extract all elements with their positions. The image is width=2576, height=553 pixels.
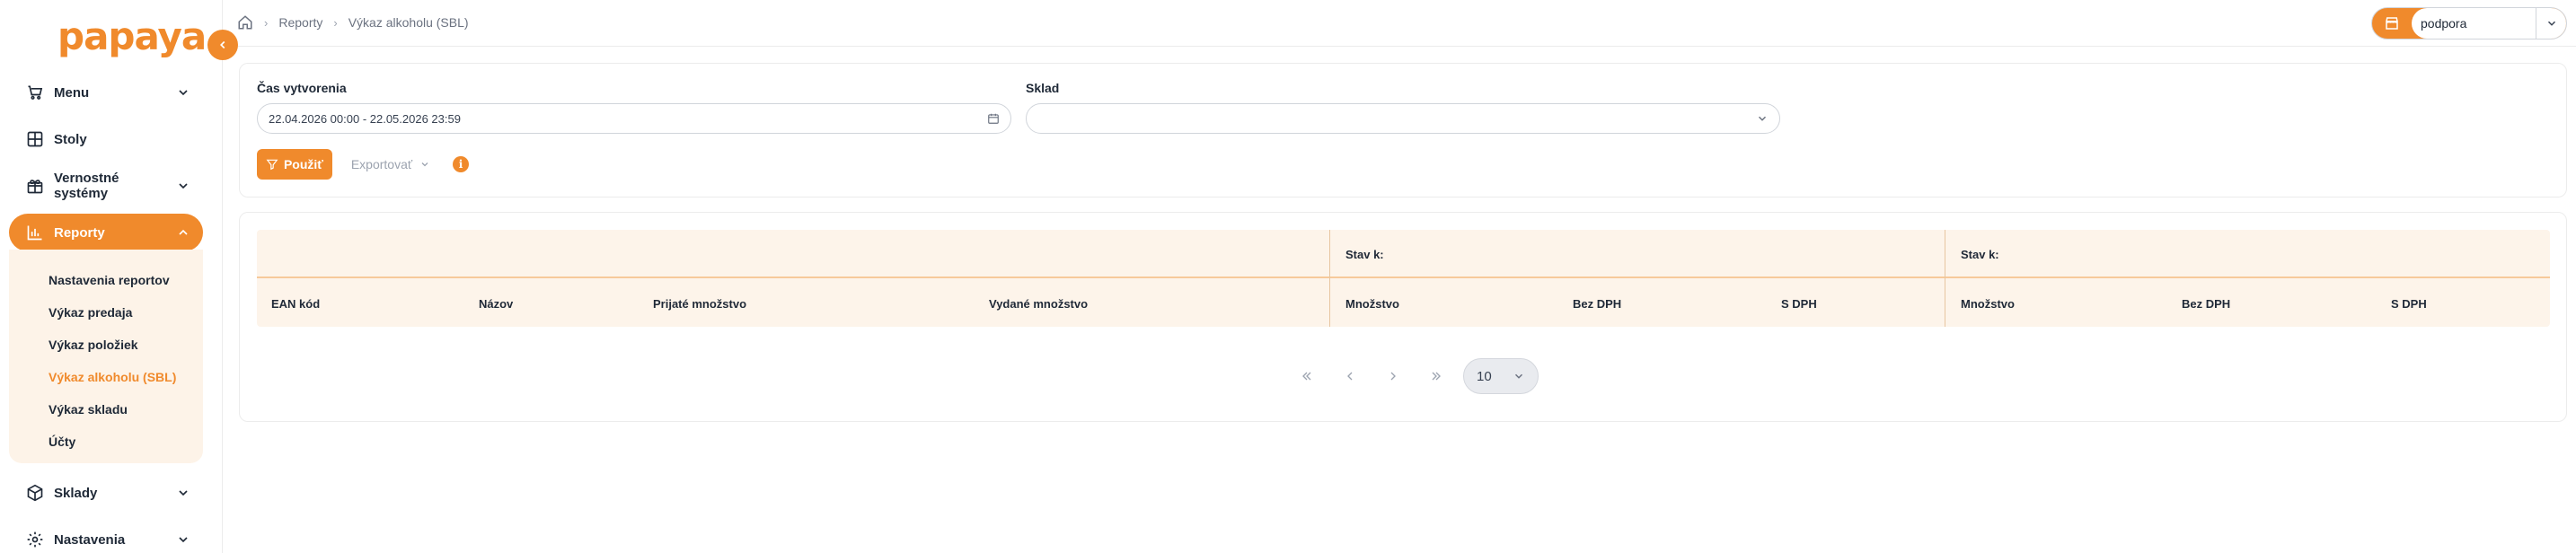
info-icon[interactable]: i (453, 156, 469, 172)
sidebar-item-label: Nastavenia (54, 531, 126, 548)
report-table-card: Stav k: Stav k: EAN kód Názov Prijaté mn… (239, 212, 2567, 422)
chevron-down-icon (179, 183, 188, 189)
export-label: Exportovať (350, 157, 413, 171)
col-gross-2[interactable]: S DPH (2391, 297, 2427, 311)
submenu-accounts[interactable]: Účty (9, 426, 203, 458)
user-selector[interactable]: podpora (2371, 7, 2567, 40)
submenu-alcohol-report[interactable]: Výkaz alkoholu (SBL) (9, 361, 203, 393)
bar-chart-icon (25, 223, 45, 242)
warehouse-select[interactable] (1026, 103, 1780, 134)
col-issued[interactable]: Vydané množstvo (989, 297, 1088, 311)
chevron-down-icon (1514, 373, 1523, 379)
double-chevron-left-icon (1302, 372, 1311, 381)
date-range-value: 22.04.2026 00:00 - 22.05.2026 23:59 (269, 111, 461, 126)
stock-group-label-2: Stav k: (1961, 248, 1999, 261)
submenu-report-settings[interactable]: Nastavenia reportov (9, 264, 203, 296)
sidebar-item-loyalty[interactable]: Vernostné systémy (9, 167, 203, 205)
breadcrumb-current: Výkaz alkoholu (SBL) (348, 15, 469, 30)
header-columns-row: EAN kód Názov Prijaté množstvo Vydané mn… (257, 280, 2550, 327)
sidebar-item-warehouses[interactable]: Sklady (9, 474, 203, 512)
pagination: 10 (1285, 358, 1539, 394)
sidebar-item-tables[interactable]: Stoly (9, 120, 203, 158)
date-range-input[interactable]: 22.04.2026 00:00 - 22.05.2026 23:59 (257, 103, 1011, 134)
header-group-row: Stav k: Stav k: (257, 230, 2550, 278)
table-header: Stav k: Stav k: EAN kód Názov Prijaté mn… (257, 230, 2550, 327)
box-icon (25, 483, 45, 503)
collapse-sidebar-button[interactable] (207, 30, 238, 60)
home-icon[interactable] (237, 14, 253, 31)
col-qty-1[interactable]: Množstvo (1345, 297, 1399, 311)
sidebar-item-label: Sklady (54, 485, 98, 501)
sidebar: papaya Menu Stoly Vernostné systémy Repo… (0, 0, 223, 553)
col-net-2[interactable]: Bez DPH (2182, 297, 2230, 311)
last-page-button[interactable] (1415, 358, 1458, 394)
sidebar-item-settings[interactable]: Nastavenia (9, 521, 203, 553)
page-size-value: 10 (1477, 368, 1492, 384)
col-ean[interactable]: EAN kód (271, 297, 320, 311)
topbar: › Reporty › Výkaz alkoholu (SBL) podpora (223, 0, 2576, 47)
store-icon (2372, 15, 2412, 31)
created-time-label: Čas vytvorenia (257, 81, 347, 95)
gear-icon (25, 530, 45, 549)
submenu-items-report[interactable]: Výkaz položiek (9, 329, 203, 361)
export-button[interactable]: Exportovať (341, 149, 440, 180)
gift-icon (25, 176, 45, 196)
sidebar-item-label: Vernostné systémy (54, 171, 119, 201)
sidebar-item-label: Menu (54, 84, 90, 101)
double-chevron-right-icon (1432, 372, 1441, 381)
stock-group-label-1: Stav k: (1345, 248, 1384, 261)
sidebar-item-reports[interactable]: Reporty (9, 214, 203, 251)
col-qty-2[interactable]: Množstvo (1961, 297, 2015, 311)
prev-page-button[interactable] (1328, 358, 1372, 394)
apply-label: Použiť (283, 157, 324, 171)
chevron-up-icon (179, 229, 188, 235)
table-grid-icon (25, 129, 45, 149)
col-name[interactable]: Názov (479, 297, 513, 311)
page-size-select[interactable]: 10 (1463, 358, 1539, 394)
chevron-down-icon[interactable] (2536, 8, 2566, 39)
chevron-down-icon (1758, 116, 1767, 121)
chevron-down-icon (179, 537, 188, 543)
chevron-left-icon (220, 40, 225, 49)
col-gross-1[interactable]: S DPH (1781, 297, 1817, 311)
first-page-button[interactable] (1285, 358, 1328, 394)
submenu-sales-report[interactable]: Výkaz predaja (9, 296, 203, 329)
sidebar-item-menu[interactable]: Menu (9, 74, 203, 111)
reports-submenu: Nastavenia reportov Výkaz predaja Výkaz … (9, 250, 203, 463)
apply-button[interactable]: Použiť (257, 149, 332, 180)
chevron-down-icon (179, 490, 188, 496)
user-name: podpora (2412, 8, 2536, 39)
filter-panel: Čas vytvorenia 22.04.2026 00:00 - 22.05.… (239, 63, 2567, 198)
chevron-down-icon (179, 90, 188, 96)
breadcrumb-separator-icon: › (264, 15, 269, 30)
sidebar-item-label: Stoly (54, 131, 87, 147)
submenu-warehouse-report[interactable]: Výkaz skladu (9, 393, 203, 426)
col-net-1[interactable]: Bez DPH (1573, 297, 1621, 311)
breadcrumb-separator-icon: › (333, 15, 338, 30)
chevron-right-icon (1390, 372, 1396, 381)
breadcrumb: › Reporty › Výkaz alkoholu (SBL) (237, 14, 469, 31)
filter-icon (266, 159, 278, 171)
sidebar-nav: Menu Stoly Vernostné systémy Reporty Nas… (9, 74, 203, 553)
column-divider (1329, 230, 1330, 327)
breadcrumb-reports[interactable]: Reporty (278, 15, 322, 30)
warehouse-label: Sklad (1026, 81, 1060, 95)
col-received[interactable]: Prijaté množstvo (653, 297, 746, 311)
cart-icon (25, 83, 45, 102)
papaya-logo[interactable]: papaya (57, 14, 207, 58)
chevron-left-icon (1347, 372, 1353, 381)
sidebar-item-label: Reporty (54, 224, 105, 241)
chevron-down-icon (421, 162, 428, 167)
calendar-icon (988, 113, 999, 124)
next-page-button[interactable] (1372, 358, 1415, 394)
